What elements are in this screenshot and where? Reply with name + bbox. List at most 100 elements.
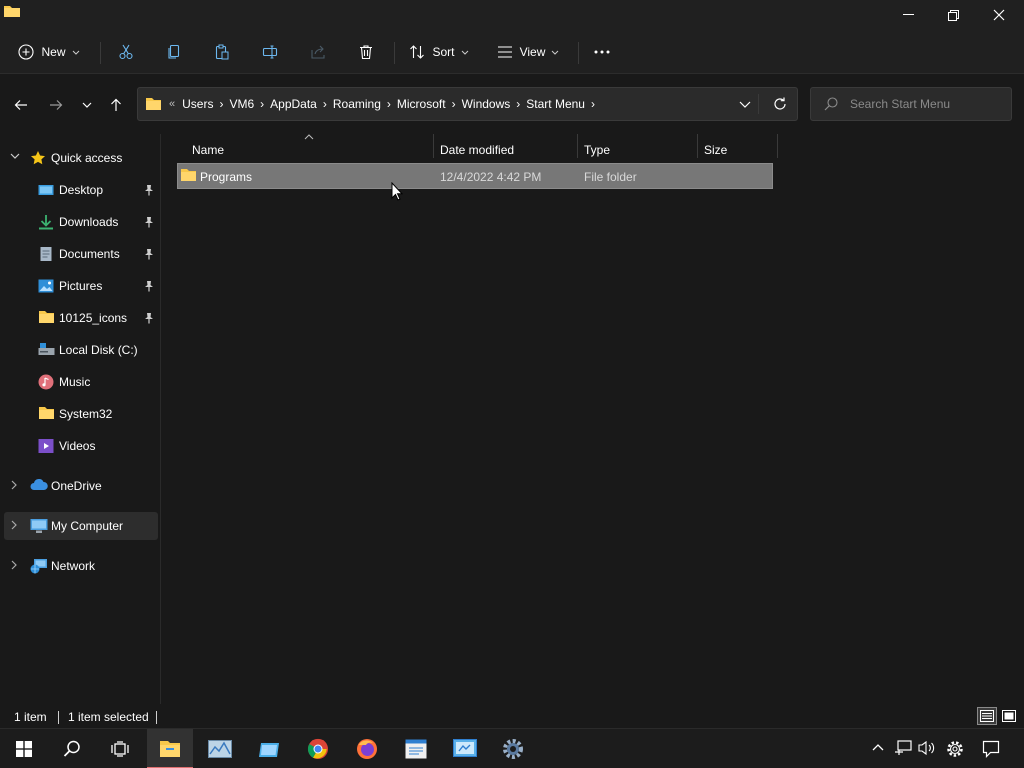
task-view-button[interactable] xyxy=(97,729,143,768)
sidebar-item-quick-access[interactable]: Quick access xyxy=(4,144,158,172)
sidebar-item-documents[interactable]: Documents xyxy=(4,240,158,268)
search-box[interactable] xyxy=(810,87,1012,121)
details-view-button[interactable] xyxy=(977,707,997,725)
breadcrumb-separator[interactable]: › xyxy=(452,97,456,111)
sidebar-item-label: Documents xyxy=(59,247,120,261)
gear-icon xyxy=(502,738,524,760)
address-bar[interactable]: « Users › VM6 › AppData › Roaming › Micr… xyxy=(137,87,798,121)
chevron-right-icon[interactable] xyxy=(10,480,18,490)
breadcrumb-overflow[interactable]: « xyxy=(169,98,175,110)
taskbar-notepad[interactable] xyxy=(393,729,439,768)
sidebar-item-local-disk[interactable]: Local Disk (C:) xyxy=(4,336,158,364)
paste-button[interactable] xyxy=(206,36,238,68)
volume-icon[interactable] xyxy=(918,740,936,756)
taskbar-chrome[interactable] xyxy=(295,729,341,768)
sort-button[interactable]: Sort xyxy=(402,36,476,68)
taskbar-file-explorer[interactable] xyxy=(147,729,193,768)
sidebar-item-label: Local Disk (C:) xyxy=(59,343,138,357)
sidebar-item-10125-icons[interactable]: 10125_icons xyxy=(4,304,158,332)
refresh-button[interactable] xyxy=(771,95,789,113)
up-button[interactable] xyxy=(102,91,130,119)
share-button[interactable] xyxy=(302,36,334,68)
chevron-down-icon[interactable] xyxy=(10,152,20,160)
download-icon xyxy=(38,214,54,230)
search-taskbar-button[interactable] xyxy=(49,729,95,768)
chevron-right-icon[interactable] xyxy=(10,520,18,530)
column-divider[interactable] xyxy=(697,134,698,158)
cut-button[interactable] xyxy=(110,36,142,68)
sidebar-item-downloads[interactable]: Downloads xyxy=(4,208,158,236)
delete-button[interactable] xyxy=(350,36,382,68)
taskbar-settings[interactable] xyxy=(490,729,536,768)
breadcrumb-separator[interactable]: › xyxy=(260,97,264,111)
back-button[interactable] xyxy=(7,91,35,119)
tiles-view-button[interactable] xyxy=(999,707,1019,725)
column-header-type[interactable]: Type xyxy=(584,134,611,157)
sidebar-item-my-computer[interactable]: My Computer xyxy=(4,512,158,540)
breadcrumb-item[interactable]: VM6 xyxy=(229,97,254,111)
breadcrumb-item[interactable]: Users xyxy=(182,97,213,111)
toolbar-divider xyxy=(100,42,101,64)
status-bar: 1 item 1 item selected xyxy=(0,704,1024,728)
firefox-icon xyxy=(356,738,378,760)
table-row[interactable]: Programs 12/4/2022 4:42 PM File folder xyxy=(177,163,773,189)
close-button[interactable] xyxy=(976,0,1022,30)
new-button[interactable]: New xyxy=(12,36,86,68)
breadcrumb-separator[interactable]: › xyxy=(219,97,223,111)
forward-button[interactable] xyxy=(42,91,70,119)
more-options-button[interactable] xyxy=(586,36,618,68)
sidebar-item-desktop[interactable]: Desktop xyxy=(4,176,158,204)
minimize-button[interactable] xyxy=(885,0,931,30)
breadcrumb-separator[interactable]: › xyxy=(323,97,327,111)
chevron-right-icon[interactable] xyxy=(10,560,18,570)
sidebar-item-network[interactable]: Network xyxy=(4,552,158,580)
pin-icon[interactable] xyxy=(144,184,154,196)
taskbar-control-panel[interactable] xyxy=(442,729,488,768)
column-header-label: Type xyxy=(584,143,611,157)
breadcrumb-item[interactable]: AppData xyxy=(270,97,317,111)
network-status-icon[interactable] xyxy=(894,740,912,756)
column-divider[interactable] xyxy=(433,134,434,158)
pin-icon[interactable] xyxy=(144,312,154,324)
column-header-date[interactable]: Date modified xyxy=(440,134,514,157)
breadcrumb-item[interactable]: Windows xyxy=(462,97,511,111)
taskbar-firefox[interactable] xyxy=(344,729,390,768)
pin-icon[interactable] xyxy=(144,280,154,292)
copy-button[interactable] xyxy=(158,36,190,68)
breadcrumb-item[interactable]: Start Menu xyxy=(526,97,585,111)
sidebar-item-system32[interactable]: System32 xyxy=(4,400,158,428)
column-header-size[interactable]: Size xyxy=(704,134,727,157)
column-divider[interactable] xyxy=(577,134,578,158)
item-count: 1 item xyxy=(14,710,47,724)
task-view-icon xyxy=(111,741,129,757)
recent-locations-button[interactable] xyxy=(73,91,101,119)
notification-icon[interactable] xyxy=(982,740,1000,758)
breadcrumb-separator[interactable]: › xyxy=(591,97,595,111)
rename-button[interactable] xyxy=(254,36,286,68)
address-history-button[interactable] xyxy=(736,95,754,113)
sidebar-item-label: My Computer xyxy=(51,519,124,533)
sidebar-item-onedrive[interactable]: OneDrive xyxy=(4,472,158,500)
status-divider xyxy=(58,711,59,724)
taskbar-resource-monitor[interactable] xyxy=(197,729,243,768)
start-button[interactable] xyxy=(1,729,47,768)
gear-icon[interactable] xyxy=(946,740,964,758)
taskbar-app-window[interactable] xyxy=(246,729,292,768)
pin-icon[interactable] xyxy=(144,216,154,228)
search-input[interactable] xyxy=(850,97,1000,111)
pin-icon[interactable] xyxy=(144,248,154,260)
column-header-name[interactable]: Name xyxy=(192,134,224,157)
sidebar-item-videos[interactable]: Videos xyxy=(4,432,158,460)
sidebar-item-music[interactable]: Music xyxy=(4,368,158,396)
sidebar-item-pictures[interactable]: Pictures xyxy=(4,272,158,300)
breadcrumb-separator[interactable]: › xyxy=(387,97,391,111)
restore-button[interactable] xyxy=(930,0,976,30)
breadcrumb-item[interactable]: Microsoft xyxy=(397,97,446,111)
column-divider[interactable] xyxy=(777,134,778,158)
view-button[interactable]: View xyxy=(490,36,566,68)
breadcrumb-item[interactable]: Roaming xyxy=(333,97,381,111)
folder-icon xyxy=(3,3,21,19)
chevron-up-icon[interactable] xyxy=(872,743,884,751)
app-window-icon xyxy=(258,740,280,758)
breadcrumb-separator[interactable]: › xyxy=(516,97,520,111)
